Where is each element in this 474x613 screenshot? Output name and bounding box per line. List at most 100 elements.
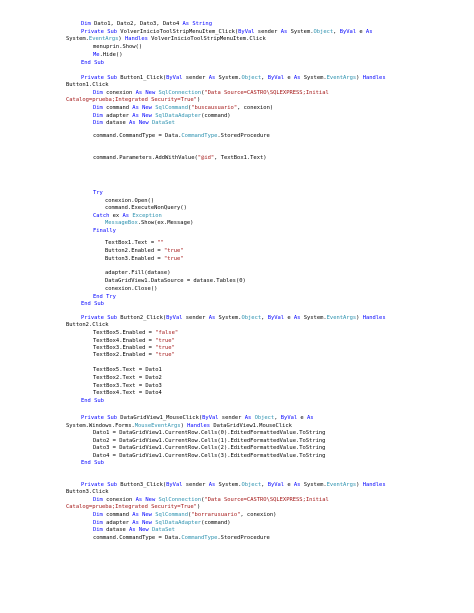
code-line: Button3.Click: [66, 489, 109, 496]
code-line: Dim adapter As New SqlDataAdapter(comman…: [93, 520, 231, 527]
code-line: Button1.Click: [66, 82, 109, 89]
code-text-token: .StoredProcedure: [217, 535, 270, 541]
keyword-token: ByVal: [267, 482, 285, 488]
keyword-token: ByVal: [166, 482, 183, 488]
code-line: Dato2 = DataGridView1.CurrentRow.Cells(1…: [93, 438, 325, 445]
code-text-token: Button3_Click(: [117, 482, 167, 488]
code-text-token: VolverInicioToolStripMenuItem.Click: [147, 36, 266, 42]
code-line: Private Sub Button3_Click(ByVal sender A…: [81, 482, 386, 489]
code-line: Private Sub Button2_Click(ByVal sender A…: [81, 315, 386, 322]
code-text-token: conexion.Close(): [105, 286, 158, 292]
code-text-token: adapter.Fill(datase): [105, 270, 171, 276]
code-text-token: System.: [215, 75, 242, 81]
keyword-token: As New: [132, 113, 152, 119]
code-line: TextBox3.Text = Dato3: [93, 383, 162, 390]
keyword-token: Handles: [187, 423, 211, 429]
code-line: TextBox5.Text = Dato1: [93, 367, 162, 374]
code-text-token: datase: [102, 527, 130, 533]
code-text-token: .StoredProcedure: [217, 133, 270, 139]
code-text-token: TextBox4.Enabled =: [93, 338, 156, 344]
keyword-token: Dim: [93, 527, 103, 533]
keyword-token: As String: [182, 21, 212, 27]
string-literal-token: "buscausuario": [191, 105, 238, 111]
keyword-token: Try: [93, 190, 103, 196]
string-literal-token: "borrarusuario": [191, 512, 241, 518]
keyword-token: End Sub: [81, 398, 104, 404]
code-line: TextBox4.Enabled = "true": [93, 338, 175, 345]
code-line: Dim adapter As New SqlDataAdapter(comman…: [93, 113, 231, 120]
keyword-token: Dim: [93, 512, 103, 518]
code-line: command.ExecuteNonQuery(): [105, 205, 187, 212]
code-line: TextBox2.Text = Dato2: [93, 375, 162, 382]
code-text-token: command: [102, 105, 133, 111]
code-line: TextBox2.Enabled = "true": [93, 352, 175, 359]
code-text-token: Button2_Click(: [117, 315, 167, 321]
code-text-token: datase: [102, 120, 130, 126]
keyword-token: ByVal: [267, 315, 285, 321]
code-text-token: .Show(ex.Message): [137, 220, 194, 226]
code-line: Dato3 = DataGridView1.CurrentRow.Cells(2…: [93, 445, 325, 452]
keyword-token: Handles: [124, 36, 148, 42]
code-text-token: , TextBox1.Text): [214, 155, 267, 161]
code-line: command.CommandType = Data.CommandType.S…: [93, 133, 270, 140]
code-line: System.EventArgs) Handles VolverInicioTo…: [66, 36, 266, 43]
code-line: Dim conexion As New SqlConnection("Data …: [93, 497, 329, 504]
keyword-token: As New: [135, 90, 156, 96]
code-line: Dim Dato1, Dato2, Dato3, Dato4 As String: [81, 21, 212, 28]
type-name-token: SqlCommand: [155, 512, 188, 518]
code-text-token: conexion: [102, 90, 136, 96]
keyword-token: End Sub: [81, 460, 104, 466]
code-text-token: sender: [254, 29, 281, 35]
code-text-token: ex: [109, 213, 123, 219]
type-name-token: EventArgs: [326, 482, 357, 488]
code-text-token: TextBox5.Text = Dato1: [93, 367, 162, 373]
code-text-token: sender: [182, 482, 209, 488]
code-text-token: Dato1 = DataGridView1.CurrentRow.Cells(0…: [93, 430, 326, 436]
keyword-token: Private Sub: [81, 482, 118, 488]
keyword-token: Dim: [81, 21, 91, 27]
keyword-token: As: [365, 29, 373, 35]
code-line: Button2.Click: [66, 322, 109, 329]
code-text-token: TextBox1.Text =: [105, 240, 158, 246]
code-text-token: Button3.Enabled =: [105, 256, 164, 262]
code-text-token: Dato3 = DataGridView1.CurrentRow.Cells(2…: [93, 445, 326, 451]
code-line: System.Windows.Forms.MouseEventArgs) Han…: [66, 423, 292, 430]
code-line: Private Sub VolverInicioToolStripMenuIte…: [81, 29, 372, 36]
keyword-token: ByVal: [166, 315, 183, 321]
type-name-token: SqlConnection: [158, 90, 202, 96]
code-text-token: adapter: [102, 520, 133, 526]
string-literal-token: "true": [155, 345, 175, 351]
string-literal-token: "true": [163, 256, 184, 262]
code-text-token: DataGridView1.MouseClick: [210, 423, 292, 429]
code-text-token: conexion.Open(): [105, 198, 155, 204]
code-text-token: TextBox3.Enabled =: [93, 345, 156, 351]
type-name-token: Object: [241, 482, 262, 488]
keyword-token: Dim: [93, 120, 103, 126]
keyword-token: As New: [132, 105, 152, 111]
keyword-token: As New: [129, 120, 149, 126]
code-text-token: System.: [287, 29, 314, 35]
code-text-token: TextBox4.Text = Dato4: [93, 390, 162, 396]
code-text-token: Button1_Click(: [117, 75, 167, 81]
code-text-token: command.Parameters.AddWithValue(: [93, 155, 198, 161]
code-line: TextBox1.Text = "": [105, 240, 164, 247]
code-text-token: TextBox2.Enabled =: [93, 352, 156, 358]
type-name-token: MouseEventArgs: [134, 423, 181, 429]
keyword-token: As New: [132, 512, 152, 518]
code-line: End Try: [93, 294, 116, 301]
type-name-token: Object: [254, 415, 275, 421]
type-name-token: EventArgs: [326, 75, 357, 81]
keyword-token: Dim: [93, 105, 103, 111]
code-text-token: , conexion): [240, 512, 277, 518]
code-text-token: Dato4 = DataGridView1.CurrentRow.Cells(3…: [93, 453, 326, 459]
code-text-token: System.: [300, 482, 327, 488]
string-literal-token: "Data Source=CASTRO\SQLEXPRESS;Initial: [204, 497, 329, 503]
string-literal-token: "Data Source=CASTRO\SQLEXPRESS;Initial: [204, 90, 329, 96]
code-line: conexion.Close(): [105, 286, 157, 293]
code-line: Dato4 = DataGridView1.CurrentRow.Cells(3…: [93, 453, 325, 460]
keyword-token: Handles: [362, 482, 386, 488]
string-literal-token: "true": [155, 338, 175, 344]
code-line: adapter.Fill(datase): [105, 270, 170, 277]
code-text-token: command.CommandType = Data.: [93, 133, 182, 139]
keyword-token: ByVal: [267, 75, 285, 81]
